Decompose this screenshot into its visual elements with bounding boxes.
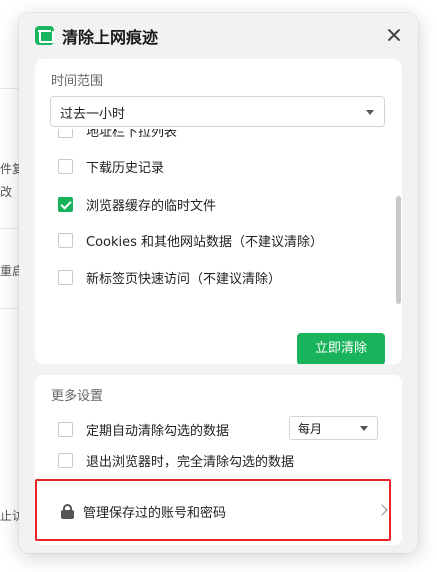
list-item-label: 地址栏下拉列表 <box>86 129 178 140</box>
manage-passwords-button[interactable]: 管理保存过的账号和密码 <box>35 483 402 539</box>
background-divider <box>0 88 18 89</box>
clear-browsing-data-dialog: 清除上网痕迹 时间范围 过去一小时 地址栏下拉列表 下载历史记录 浏览器缓存的临… <box>19 13 418 553</box>
dialog-header: 清除上网痕迹 <box>19 13 418 59</box>
list-item[interactable]: 地址栏下拉列表 <box>58 129 177 142</box>
checkbox[interactable] <box>58 269 73 285</box>
more-settings-label: 更多设置 <box>51 389 104 404</box>
background-divider <box>0 308 18 309</box>
caret-down-icon <box>360 426 368 431</box>
caret-down-icon <box>366 110 374 115</box>
close-icon[interactable] <box>384 25 404 45</box>
auto-clean-option[interactable]: 定期自动清除勾选的数据 <box>58 417 229 441</box>
list-item-label: 下载历史记录 <box>86 160 165 176</box>
list-item[interactable]: Cookies 和其他网站数据（不建议清除） <box>58 228 323 252</box>
dialog-title: 清除上网痕迹 <box>62 28 159 47</box>
list-item-label: Cookies 和其他网站数据（不建议清除） <box>86 234 324 250</box>
time-range-label: 时间范围 <box>51 74 104 89</box>
chevron-right-icon <box>376 504 388 516</box>
frequency-select[interactable]: 每月 <box>289 416 378 440</box>
time-range-value: 过去一小时 <box>60 107 126 122</box>
list-item[interactable]: 浏览器缓存的临时文件 <box>58 192 216 216</box>
checkbox[interactable] <box>58 232 73 248</box>
list-item[interactable]: 新标签页快速访问（不建议清除） <box>58 265 281 289</box>
list-item[interactable]: 下载历史记录 <box>58 154 164 178</box>
frequency-value: 每月 <box>298 422 323 436</box>
clean-app-icon <box>35 26 54 45</box>
list-scrollbar[interactable] <box>396 196 401 304</box>
lock-icon <box>61 504 74 519</box>
checkbox[interactable] <box>58 158 73 174</box>
auto-clean-label: 定期自动清除勾选的数据 <box>86 423 230 439</box>
list-item-label: 新标签页快速访问（不建议清除） <box>86 271 282 287</box>
checkbox[interactable] <box>58 129 73 138</box>
exit-clean-label: 退出浏览器时，完全清除勾选的数据 <box>86 454 295 470</box>
time-range-card: 时间范围 过去一小时 地址栏下拉列表 下载历史记录 浏览器缓存的临时文件 Coo… <box>35 59 402 364</box>
checkbox[interactable] <box>58 421 73 437</box>
clean-now-button[interactable]: 立即清除 <box>297 333 385 364</box>
background-text: 改 <box>0 185 13 199</box>
checkbox-checked[interactable] <box>58 196 73 212</box>
list-item-label: 浏览器缓存的临时文件 <box>86 198 217 214</box>
exit-clean-option[interactable]: 退出浏览器时，完全清除勾选的数据 <box>58 448 294 472</box>
background-divider <box>0 228 18 229</box>
checkbox[interactable] <box>58 452 73 468</box>
time-range-select[interactable]: 过去一小时 <box>50 96 385 127</box>
manage-passwords-label: 管理保存过的账号和密码 <box>83 506 227 521</box>
data-type-list: 地址栏下拉列表 下载历史记录 浏览器缓存的临时文件 Cookies 和其他网站数… <box>35 129 402 304</box>
